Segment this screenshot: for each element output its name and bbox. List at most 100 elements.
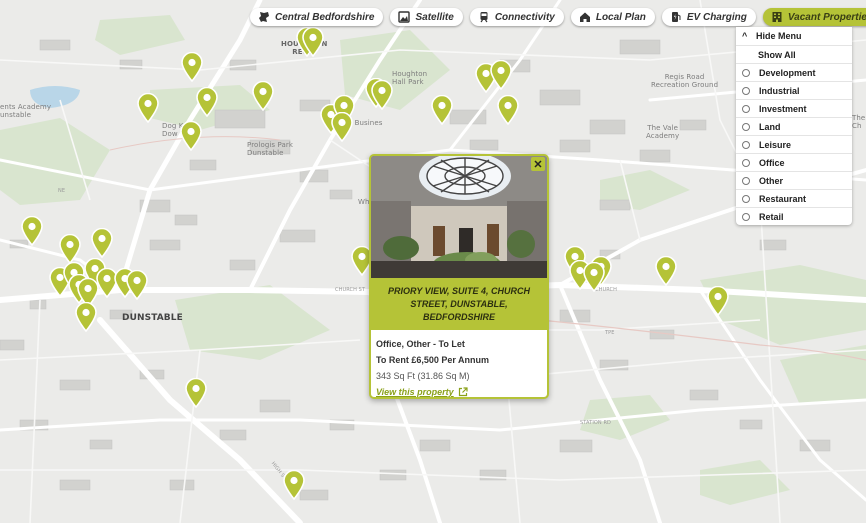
view-property-link[interactable]: View this property bbox=[376, 384, 546, 397]
map-pin-icon bbox=[302, 27, 324, 57]
map-pin-icon bbox=[91, 228, 113, 258]
toolbar-label: EV Charging bbox=[686, 11, 747, 23]
show-all-option[interactable]: Show All bbox=[736, 45, 852, 63]
filter-option-label: Investment bbox=[759, 103, 807, 114]
property-pin[interactable] bbox=[331, 112, 353, 142]
hide-menu-button[interactable]: ^ Hide Menu bbox=[736, 27, 852, 45]
filter-option-label: Development bbox=[759, 67, 816, 78]
map-layer-toolbar: Central Bedfordshire Satellite Connectiv… bbox=[250, 8, 866, 26]
map-pin-icon bbox=[196, 87, 218, 117]
view-property-label: View this property bbox=[376, 387, 454, 397]
property-pin[interactable] bbox=[21, 216, 43, 246]
map-pin-icon bbox=[331, 112, 353, 142]
map-pin-icon bbox=[180, 121, 202, 151]
radio-button[interactable] bbox=[742, 104, 750, 113]
property-pin[interactable] bbox=[707, 286, 729, 316]
map-pin-icon bbox=[137, 93, 159, 123]
property-price: To Rent £6,500 Per Annum bbox=[376, 355, 490, 365]
radio-button[interactable] bbox=[742, 68, 750, 77]
filter-option-label: Retail bbox=[759, 211, 784, 222]
train-icon bbox=[480, 12, 488, 23]
map-pin-icon bbox=[75, 302, 97, 332]
toolbar-central-bedfordshire-button[interactable]: Central Bedfordshire bbox=[250, 8, 384, 26]
filter-option-land[interactable]: Land bbox=[736, 117, 852, 135]
map-pin-icon bbox=[583, 262, 605, 292]
filter-option-label: Office bbox=[759, 157, 785, 168]
map-pin-icon bbox=[707, 286, 729, 316]
toolbar-satellite-button[interactable]: Satellite bbox=[390, 8, 463, 26]
property-size: 343 Sq Ft (31.86 Sq M) bbox=[376, 371, 470, 381]
property-pin[interactable] bbox=[497, 95, 519, 125]
toolbar-connectivity-button[interactable]: Connectivity bbox=[469, 8, 564, 26]
close-icon: ✕ bbox=[533, 158, 543, 171]
map-pin-icon bbox=[431, 95, 453, 125]
filter-option-retail[interactable]: Retail bbox=[736, 207, 852, 225]
property-pin[interactable] bbox=[137, 93, 159, 123]
property-type: Office, Other - To Let bbox=[376, 339, 465, 349]
property-pin[interactable] bbox=[91, 228, 113, 258]
property-title: PRIORY VIEW, SUITE 4, CHURCH STREET, DUN… bbox=[371, 278, 547, 330]
radio-button[interactable] bbox=[742, 140, 750, 149]
property-popup: ✕ PRIORY VIEW, SUITE 4, CHURCH STREET, D… bbox=[369, 154, 549, 399]
map-pin-icon bbox=[21, 216, 43, 246]
map-pin-icon bbox=[371, 80, 393, 110]
property-pin[interactable] bbox=[59, 234, 81, 264]
filter-option-label: Restaurant bbox=[759, 193, 807, 204]
property-pin[interactable] bbox=[196, 87, 218, 117]
radio-button[interactable] bbox=[742, 122, 750, 131]
map-pin-icon bbox=[655, 256, 677, 286]
property-pin[interactable] bbox=[655, 256, 677, 286]
toolbar-ev-charging-button[interactable]: EV Charging bbox=[661, 8, 756, 26]
filter-option-development[interactable]: Development bbox=[736, 63, 852, 81]
radio-button[interactable] bbox=[742, 86, 750, 95]
property-pin[interactable] bbox=[583, 262, 605, 292]
map-pin-icon bbox=[497, 95, 519, 125]
hide-menu-label: Hide Menu bbox=[756, 31, 802, 41]
filter-option-leisure[interactable]: Leisure bbox=[736, 135, 852, 153]
property-pin[interactable] bbox=[283, 470, 305, 500]
toolbar-label: Local Plan bbox=[595, 11, 646, 23]
radio-button[interactable] bbox=[742, 194, 750, 203]
property-pin[interactable] bbox=[181, 52, 203, 82]
show-all-label: Show All bbox=[758, 49, 796, 60]
toolbar-vacant-properties-button[interactable]: Vacant Properties bbox=[762, 8, 866, 26]
map-pin-icon bbox=[59, 234, 81, 264]
property-pin[interactable] bbox=[185, 378, 207, 408]
property-details: Office, Other - To Let To Rent £6,500 Pe… bbox=[376, 336, 546, 397]
toolbar-local-plan-button[interactable]: Local Plan bbox=[570, 8, 655, 26]
map-pin-icon bbox=[252, 81, 274, 111]
toolbar-label: Central Bedfordshire bbox=[275, 11, 375, 23]
house-icon bbox=[579, 12, 590, 22]
filter-option-label: Industrial bbox=[759, 85, 800, 96]
property-pin[interactable] bbox=[75, 302, 97, 332]
external-link-icon bbox=[458, 387, 468, 397]
toolbar-label: Vacant Properties bbox=[787, 11, 866, 23]
filter-option-label: Leisure bbox=[759, 139, 792, 150]
filter-option-label: Land bbox=[759, 121, 781, 132]
radio-button[interactable] bbox=[742, 176, 750, 185]
building-icon bbox=[772, 12, 782, 22]
property-pin[interactable] bbox=[431, 95, 453, 125]
filter-option-industrial[interactable]: Industrial bbox=[736, 81, 852, 99]
filter-option-office[interactable]: Office bbox=[736, 153, 852, 171]
property-pin[interactable] bbox=[371, 80, 393, 110]
radio-button[interactable] bbox=[742, 212, 750, 221]
filter-option-other[interactable]: Other bbox=[736, 171, 852, 189]
property-pin[interactable] bbox=[302, 27, 324, 57]
filter-option-investment[interactable]: Investment bbox=[736, 99, 852, 117]
property-pin[interactable] bbox=[126, 270, 148, 300]
map-pin-icon bbox=[185, 378, 207, 408]
property-pin[interactable] bbox=[252, 81, 274, 111]
chevron-up-icon: ^ bbox=[742, 31, 748, 41]
map-pin-icon bbox=[490, 60, 512, 90]
satellite-icon bbox=[398, 11, 411, 23]
filter-option-restaurant[interactable]: Restaurant bbox=[736, 189, 852, 207]
close-popup-button[interactable]: ✕ bbox=[531, 157, 545, 171]
county-icon bbox=[259, 12, 269, 22]
property-photo bbox=[371, 156, 547, 278]
property-pin[interactable] bbox=[180, 121, 202, 151]
map-pin-icon bbox=[181, 52, 203, 82]
radio-button[interactable] bbox=[742, 158, 750, 167]
property-title-text: PRIORY VIEW, SUITE 4, CHURCH STREET, DUN… bbox=[387, 285, 531, 322]
property-pin[interactable] bbox=[490, 60, 512, 90]
